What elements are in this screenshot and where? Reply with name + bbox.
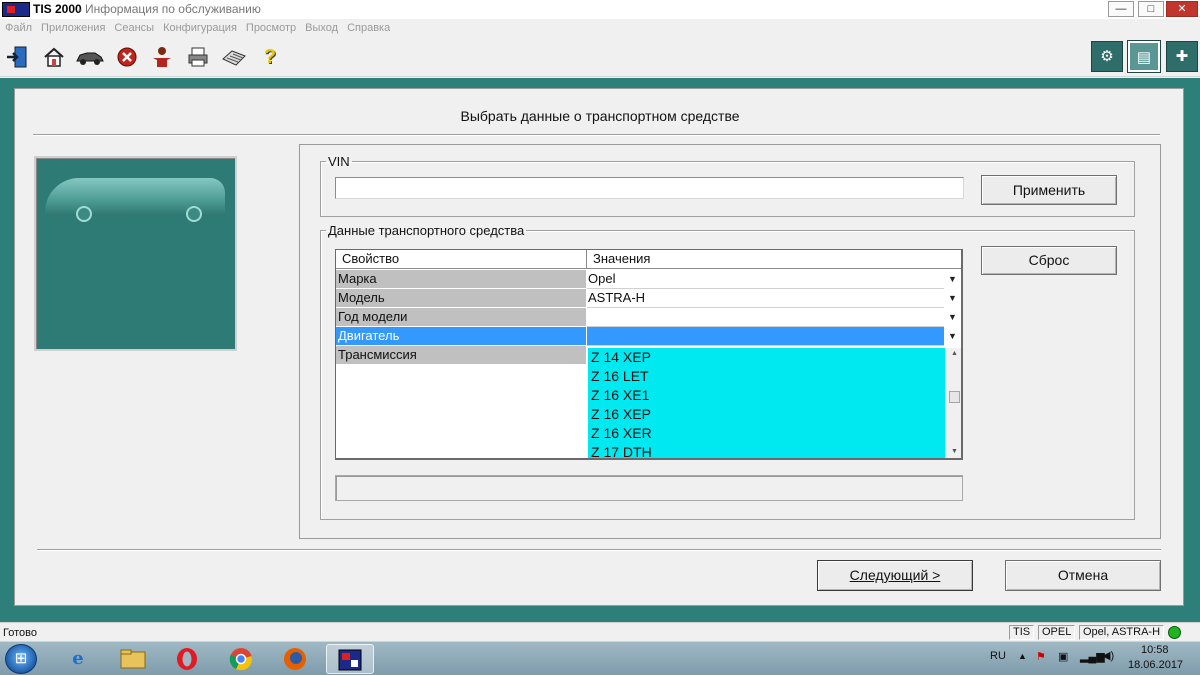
home-icon[interactable]	[42, 45, 66, 69]
close-window-button[interactable]: ✕	[1166, 1, 1198, 17]
status-brand: OPEL	[1038, 625, 1076, 640]
vehicle-image	[34, 156, 237, 351]
title-bar: TIS 2000 - Информация по обслуживанию — …	[0, 0, 1200, 19]
property-label: Марка	[336, 270, 586, 289]
apply-button[interactable]: Применить	[981, 175, 1117, 205]
property-label: Двигатель	[336, 327, 586, 346]
table-row[interactable]: Модель ASTRA-H ▼	[336, 289, 961, 308]
connection-status-icon	[1168, 626, 1181, 639]
network-icon[interactable]: ▂▄▆	[1080, 650, 1105, 663]
chrome-icon[interactable]	[217, 644, 265, 674]
vehicle-selection-dialog: Выбрать данные о транспортном средстве V…	[14, 88, 1184, 606]
minimize-button[interactable]: —	[1108, 1, 1134, 17]
tis-icon[interactable]	[326, 644, 374, 674]
chevron-down-icon[interactable]: ▼	[944, 327, 961, 346]
list-item[interactable]: Z 17 DTH	[591, 443, 652, 458]
service-icon[interactable]: ✚	[1166, 41, 1198, 72]
device-icon[interactable]: ▣	[1058, 650, 1068, 663]
chevron-down-icon[interactable]: ▼	[944, 308, 961, 327]
menu-configuration[interactable]: Конфигурация	[158, 20, 241, 34]
list-item[interactable]: Z 16 XER	[591, 424, 652, 443]
printer-icon[interactable]	[186, 45, 210, 69]
status-text: Готово	[3, 627, 37, 639]
make-value[interactable]: Opel	[587, 270, 944, 289]
table-row[interactable]: Марка Opel ▼	[336, 270, 961, 289]
toolbar: ? ⚙ ▤ ✚	[0, 37, 1200, 77]
window-title-separator: -	[78, 2, 82, 16]
tis-app-icon	[2, 2, 30, 17]
vin-input[interactable]	[335, 177, 964, 199]
stop-icon[interactable]	[115, 45, 139, 69]
vehicle-icon[interactable]	[75, 45, 105, 69]
maximize-button[interactable]: □	[1138, 1, 1164, 17]
list-item[interactable]: Z 16 XE1	[591, 386, 649, 405]
keyboard-icon[interactable]	[220, 45, 248, 69]
firefox-icon[interactable]	[271, 644, 319, 674]
status-bar: Готово TIS OPEL Opel, ASTRA-H	[0, 622, 1200, 641]
property-label: Год модели	[336, 308, 586, 327]
reset-button[interactable]: Сброс	[981, 246, 1117, 275]
exit-icon[interactable]	[5, 45, 29, 69]
list-item[interactable]: Z 16 XEP	[591, 405, 651, 424]
vin-legend: VIN	[328, 154, 350, 169]
table-row-selected[interactable]: Двигатель ▼	[336, 327, 961, 346]
status-app: TIS	[1009, 625, 1035, 640]
menu-exit[interactable]: Выход	[300, 20, 342, 34]
action-center-icon[interactable]: ⚑	[1036, 650, 1046, 663]
table-row[interactable]: Год модели ▼	[336, 308, 961, 327]
opera-icon[interactable]	[163, 644, 211, 674]
ie-icon[interactable]: e	[54, 644, 102, 674]
person-icon[interactable]	[150, 45, 174, 69]
scroll-thumb[interactable]	[949, 391, 960, 403]
dropdown-scrollbar[interactable]: ▲ ▼	[945, 348, 961, 458]
vehicle-properties-grid: Свойство Значения Марка Opel ▼ Модель AS…	[335, 249, 963, 460]
diagnostics-icon[interactable]: ⚙	[1091, 41, 1123, 72]
cancel-button[interactable]: Отмена	[1005, 560, 1161, 591]
list-item[interactable]: Z 14 XEP	[591, 348, 651, 367]
language-indicator[interactable]: RU	[990, 650, 1006, 662]
clock-time[interactable]: 10:58	[1141, 644, 1169, 656]
message-field	[335, 475, 963, 501]
chevron-down-icon[interactable]: ▼	[944, 270, 961, 289]
heading-divider	[33, 134, 1160, 136]
property-label: Трансмиссия	[336, 346, 586, 365]
dialog-heading: Выбрать данные о транспортном средстве	[460, 108, 740, 124]
column-header-property: Свойство	[336, 250, 587, 269]
menu-file[interactable]: Файл	[0, 20, 36, 34]
menu-sessions[interactable]: Сеансы	[109, 20, 158, 34]
menu-applications[interactable]: Приложения	[36, 20, 109, 34]
column-header-values: Значения	[587, 250, 961, 269]
window-subtitle: Информация по обслуживанию	[85, 2, 261, 16]
menu-help[interactable]: Справка	[342, 20, 394, 34]
scroll-down-icon[interactable]: ▼	[946, 446, 961, 458]
menu-bar: Файл Приложения Сеансы Конфигурация Просмотр…	[0, 19, 1200, 37]
scroll-up-icon[interactable]: ▲	[946, 348, 961, 360]
model-year-value[interactable]	[587, 308, 944, 327]
menu-view[interactable]: Просмотр	[241, 20, 300, 34]
show-hidden-icons-icon[interactable]: ▲	[1018, 651, 1027, 661]
window-title: TIS 2000	[33, 2, 82, 16]
taskbar: ⊞ e RU ▲ ⚑ ▣ ▂▄▆ ◀) 10:58 18.06.2017	[0, 641, 1200, 675]
clock-date[interactable]: 18.06.2017	[1128, 659, 1183, 671]
engine-value[interactable]	[587, 327, 944, 346]
property-label: Модель	[336, 289, 586, 308]
status-vehicle: Opel, ASTRA-H	[1079, 625, 1165, 640]
engine-dropdown-list[interactable]: Z 14 XEP Z 16 LET Z 16 XE1 Z 16 XEP Z 16…	[588, 348, 961, 458]
help-icon[interactable]: ?	[258, 45, 282, 69]
footer-divider	[37, 549, 1161, 551]
start-button[interactable]: ⊞	[5, 644, 37, 674]
list-item[interactable]: Z 16 LET	[591, 367, 649, 386]
vehicle-data-icon[interactable]: ▤	[1127, 40, 1161, 73]
model-value[interactable]: ASTRA-H	[587, 289, 944, 308]
chevron-down-icon[interactable]: ▼	[944, 289, 961, 308]
explorer-icon[interactable]	[109, 644, 157, 674]
volume-icon[interactable]: ◀)	[1102, 649, 1114, 662]
vehicle-data-legend: Данные транспортного средства	[328, 223, 525, 238]
next-button[interactable]: Следующий >	[817, 560, 973, 591]
